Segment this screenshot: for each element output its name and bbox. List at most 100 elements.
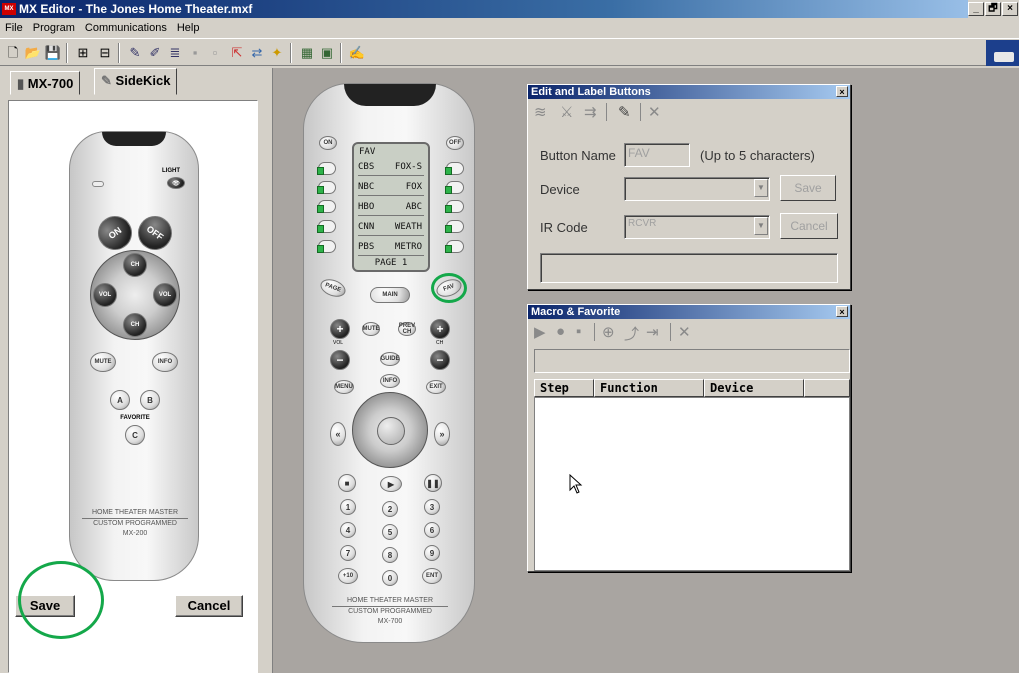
number-button[interactable]: 7: [340, 545, 356, 561]
info-button[interactable]: INFO: [380, 374, 400, 388]
exit-button[interactable]: EXIT: [426, 380, 446, 394]
jump-icon[interactable]: ⇉: [584, 103, 597, 121]
number-button[interactable]: 9: [424, 545, 440, 561]
lcd-row[interactable]: CBS FOX-S: [358, 158, 424, 176]
insert-icon[interactable]: ⤴: [624, 323, 639, 344]
restore-button[interactable]: 🗗: [985, 2, 1001, 16]
signal-icon[interactable]: ≋: [534, 103, 547, 121]
macro-icon[interactable]: ≣: [166, 44, 184, 62]
select-button[interactable]: [377, 417, 405, 445]
tab-sidekick[interactable]: ✎ SideKick: [94, 68, 178, 95]
lcd-row[interactable]: HBO ABC: [358, 198, 424, 216]
wizard-icon[interactable]: ✦: [268, 44, 286, 62]
col-device[interactable]: Device: [704, 379, 804, 397]
minimize-button[interactable]: _: [968, 2, 984, 16]
light-button[interactable]: 👁: [167, 177, 185, 189]
print-label-icon[interactable]: ✍: [348, 44, 366, 62]
menu-communications[interactable]: Communications: [80, 19, 172, 34]
delete-icon[interactable]: ✕: [678, 323, 691, 341]
dialog-save-button[interactable]: Save: [780, 175, 836, 201]
stop-icon[interactable]: ■: [338, 474, 356, 492]
fast-forward-icon[interactable]: »: [434, 422, 450, 446]
macro-close-button[interactable]: ×: [836, 306, 848, 317]
sk-a-button[interactable]: A: [110, 390, 130, 410]
ch-up-button[interactable]: +: [430, 319, 450, 339]
side-key-left[interactable]: [317, 220, 336, 233]
number-button[interactable]: 5: [382, 524, 398, 540]
edit-label-icon[interactable]: ✎: [126, 44, 144, 62]
menu-file[interactable]: File: [0, 19, 28, 34]
lcd-row[interactable]: CNN WEATH: [358, 218, 424, 236]
button-name-input[interactable]: FAV: [624, 143, 690, 167]
delete-icon[interactable]: ✕: [648, 103, 661, 121]
number-button[interactable]: 0: [382, 570, 398, 586]
sk-mute-button[interactable]: MUTE: [90, 352, 116, 372]
grid-icon[interactable]: ▪: [186, 44, 204, 62]
sk-c-button[interactable]: C: [125, 425, 145, 445]
menu-button[interactable]: MENU: [334, 380, 354, 394]
number-button[interactable]: 1: [340, 499, 356, 515]
side-key-right[interactable]: [445, 181, 464, 194]
guide-button[interactable]: GUIDE: [380, 352, 400, 366]
mx-on-button[interactable]: ON: [319, 136, 337, 150]
edit-text-icon[interactable]: ✎: [618, 103, 631, 121]
vol-up-button[interactable]: +: [330, 319, 350, 339]
close-button[interactable]: ×: [1002, 2, 1018, 16]
side-key-right[interactable]: [445, 162, 464, 175]
ch-down-button[interactable]: −: [430, 350, 450, 370]
number-button[interactable]: 2: [382, 501, 398, 517]
number-button[interactable]: 3: [424, 499, 440, 515]
lcd-row[interactable]: NBC FOX: [358, 178, 424, 196]
page-button[interactable]: PAGE: [318, 276, 348, 300]
col-function[interactable]: Function: [594, 379, 704, 397]
play-icon[interactable]: ▶: [534, 323, 546, 341]
side-key-right[interactable]: [445, 240, 464, 253]
vol-down-button[interactable]: −: [330, 350, 350, 370]
side-key-left[interactable]: [317, 200, 336, 213]
chevron-down-icon[interactable]: ▼: [754, 217, 768, 235]
main-button[interactable]: MAIN: [370, 287, 410, 303]
sk-ch-down-button[interactable]: CH: [123, 313, 147, 337]
side-key-right[interactable]: [445, 220, 464, 233]
side-key-right[interactable]: [445, 200, 464, 213]
record-icon[interactable]: ●: [556, 323, 565, 340]
printer-icon[interactable]: [986, 40, 1019, 66]
open-folder-icon[interactable]: 📂: [24, 44, 42, 62]
dialog-cancel-button[interactable]: Cancel: [780, 213, 838, 239]
chevron-down-icon[interactable]: ▼: [754, 179, 768, 197]
learn-ir-icon[interactable]: ✐: [146, 44, 164, 62]
save-disk-icon[interactable]: ▪: [576, 323, 581, 340]
col-step[interactable]: Step: [534, 379, 594, 397]
sk-b-button[interactable]: B: [140, 390, 160, 410]
device-select[interactable]: ▼: [624, 177, 770, 201]
mute-button[interactable]: MUTE: [362, 322, 380, 336]
number-button[interactable]: 4: [340, 522, 356, 538]
sk-vol-up-button[interactable]: VOL: [153, 283, 177, 307]
sk-ch-up-button[interactable]: CH: [123, 253, 147, 277]
save-button[interactable]: Save: [15, 595, 75, 617]
new-file-icon[interactable]: 🗋: [4, 44, 22, 62]
fav-button[interactable]: FAV: [434, 276, 464, 300]
lcd-row[interactable]: PBS METRO: [358, 238, 424, 256]
ir-code-select[interactable]: RCVR ▼: [624, 215, 770, 239]
enter-button[interactable]: ENT: [422, 568, 442, 584]
add-page-icon[interactable]: ⊟: [96, 44, 114, 62]
cancel-button[interactable]: Cancel: [175, 595, 243, 617]
plus10-button[interactable]: +10: [338, 568, 358, 584]
add-device-icon[interactable]: ⊞: [74, 44, 92, 62]
add-step-icon[interactable]: ⊕: [602, 323, 615, 341]
mx-off-button[interactable]: OFF: [446, 136, 464, 150]
number-button[interactable]: 6: [424, 522, 440, 538]
learn-icon[interactable]: ⚔: [560, 103, 573, 121]
mx700-dpad[interactable]: [352, 392, 428, 468]
side-key-left[interactable]: [317, 240, 336, 253]
edit-label-close-button[interactable]: ×: [836, 86, 848, 97]
number-button[interactable]: 8: [382, 547, 398, 563]
rewind-icon[interactable]: «: [330, 422, 346, 446]
insert-macro-icon[interactable]: ⇥: [646, 323, 659, 341]
transfer-icon[interactable]: ⇄: [248, 44, 266, 62]
menu-program[interactable]: Program: [28, 19, 80, 34]
save-disk-icon[interactable]: 💾: [44, 44, 62, 62]
tab-mx700[interactable]: ▮ MX-700: [10, 71, 81, 95]
play-icon[interactable]: ▶: [380, 476, 402, 492]
